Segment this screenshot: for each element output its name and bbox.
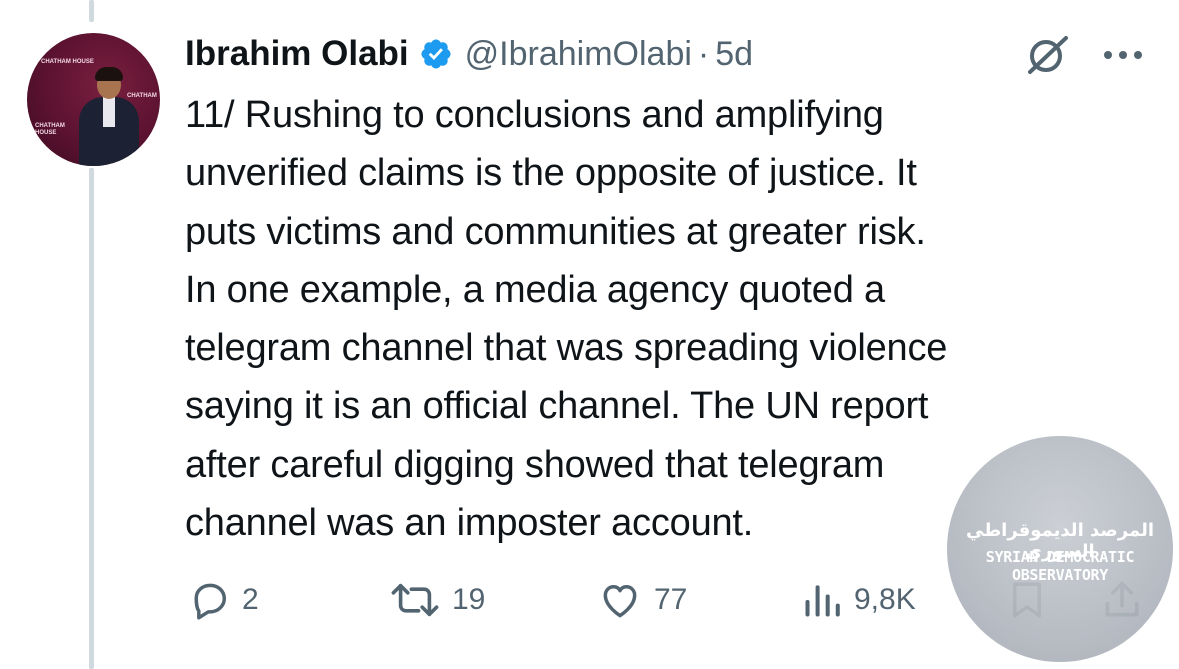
tweet-text-line: In one example, a media agency quoted a [185, 268, 885, 311]
tweet-text-line: 11/ Rushing to conclusions and amplifyin… [185, 94, 884, 136]
tweet-text-line: unverified claims is the opposite of jus… [185, 152, 917, 195]
repost-icon [391, 583, 439, 617]
repost-button[interactable]: 19 [388, 576, 485, 624]
tweet-text-line: telegram channel that was spreading viol… [185, 327, 948, 370]
reply-icon [194, 583, 227, 620]
thread-connector-bottom [89, 168, 94, 669]
avatar-backdrop-text: CHATHAM HOUSE [35, 123, 65, 136]
avatar-person-hair [95, 67, 123, 81]
views-count: 9,8K [854, 583, 916, 616]
handle[interactable]: @IbrahimOlabi [465, 35, 692, 74]
timestamp[interactable]: 5d [715, 35, 753, 74]
tweet-header: Ibrahim Olabi @IbrahimOlabi · 5d [185, 29, 753, 79]
repost-count: 19 [452, 583, 486, 616]
more-icon[interactable] [1100, 40, 1146, 70]
separator-dot: · [697, 34, 710, 73]
verified-badge-icon[interactable] [419, 37, 453, 71]
views-icon [805, 585, 840, 617]
reply-button[interactable]: 2 [188, 576, 259, 624]
reply-count: 2 [242, 583, 259, 616]
tweet-text-line: puts victims and communities at greater … [185, 210, 926, 253]
avatar-person-shirt [103, 97, 115, 127]
thread-connector-top [89, 0, 94, 22]
avatar-backdrop-text: CHATHAM HOUSE [41, 59, 94, 65]
watermark-english: SYRIAN DEMOCRATIC OBSERVATORY [985, 548, 1135, 584]
tweet-text-line: saying it is an official channel. The UN… [185, 385, 929, 428]
avatar[interactable]: CHATHAM HOUSE CHATHAM CHATHAM HOUSE [27, 33, 160, 166]
avatar-backdrop-text: CHATHAM [127, 93, 157, 99]
like-button[interactable]: 77 [596, 576, 687, 624]
views-button[interactable]: 9,8K [800, 576, 916, 624]
like-count: 77 [654, 583, 688, 616]
grok-icon[interactable] [1022, 32, 1074, 76]
watermark-logo: المرصد الديموقراطي السوري SYRIAN DEMOCRA… [947, 436, 1173, 662]
heart-icon [603, 585, 637, 618]
display-name[interactable]: Ibrahim Olabi [185, 34, 409, 74]
